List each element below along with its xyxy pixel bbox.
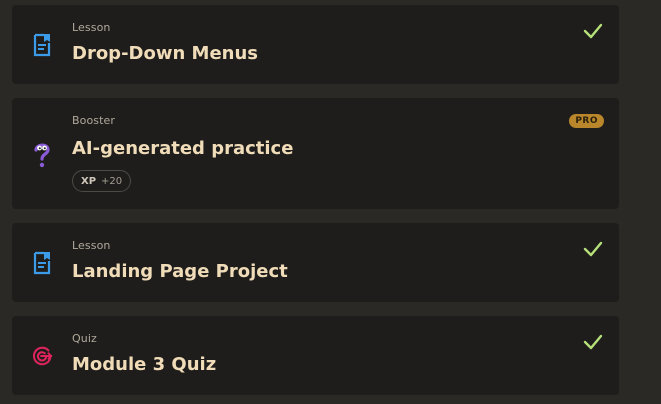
- lesson-document-icon: [31, 249, 53, 277]
- pro-badge: PRO: [569, 114, 604, 128]
- question-mark-icon: [31, 141, 53, 169]
- list-item-ai-generated-practice[interactable]: Booster AI-generated practice PRO XP +20: [12, 98, 619, 209]
- list-item-landing-page-project[interactable]: Lesson Landing Page Project: [12, 223, 619, 302]
- list-item-drop-down-menus[interactable]: Lesson Drop-Down Menus: [12, 5, 619, 84]
- xp-reward-pill: XP +20: [72, 170, 132, 192]
- target-icon: [31, 342, 53, 370]
- checkmark-icon: [583, 21, 603, 41]
- list-item-module-3-quiz[interactable]: Quiz Module 3 Quiz: [12, 316, 619, 395]
- lesson-document-icon: [31, 31, 53, 59]
- item-type-label: Booster: [72, 114, 116, 127]
- item-type-label: Quiz: [72, 332, 97, 345]
- item-type-label: Lesson: [72, 239, 111, 252]
- lesson-list: Lesson Drop-Down Menus Booster AI-genera…: [0, 0, 661, 404]
- checkmark-icon: [583, 332, 603, 352]
- checkmark-icon: [583, 239, 603, 259]
- item-title: Module 3 Quiz: [72, 354, 217, 375]
- item-type-label: Lesson: [72, 21, 111, 34]
- item-title: Drop-Down Menus: [72, 43, 259, 64]
- xp-value: +20: [101, 175, 123, 187]
- item-title: Landing Page Project: [72, 261, 288, 282]
- xp-label: XP: [81, 175, 97, 187]
- item-title: AI-generated practice: [72, 138, 294, 159]
